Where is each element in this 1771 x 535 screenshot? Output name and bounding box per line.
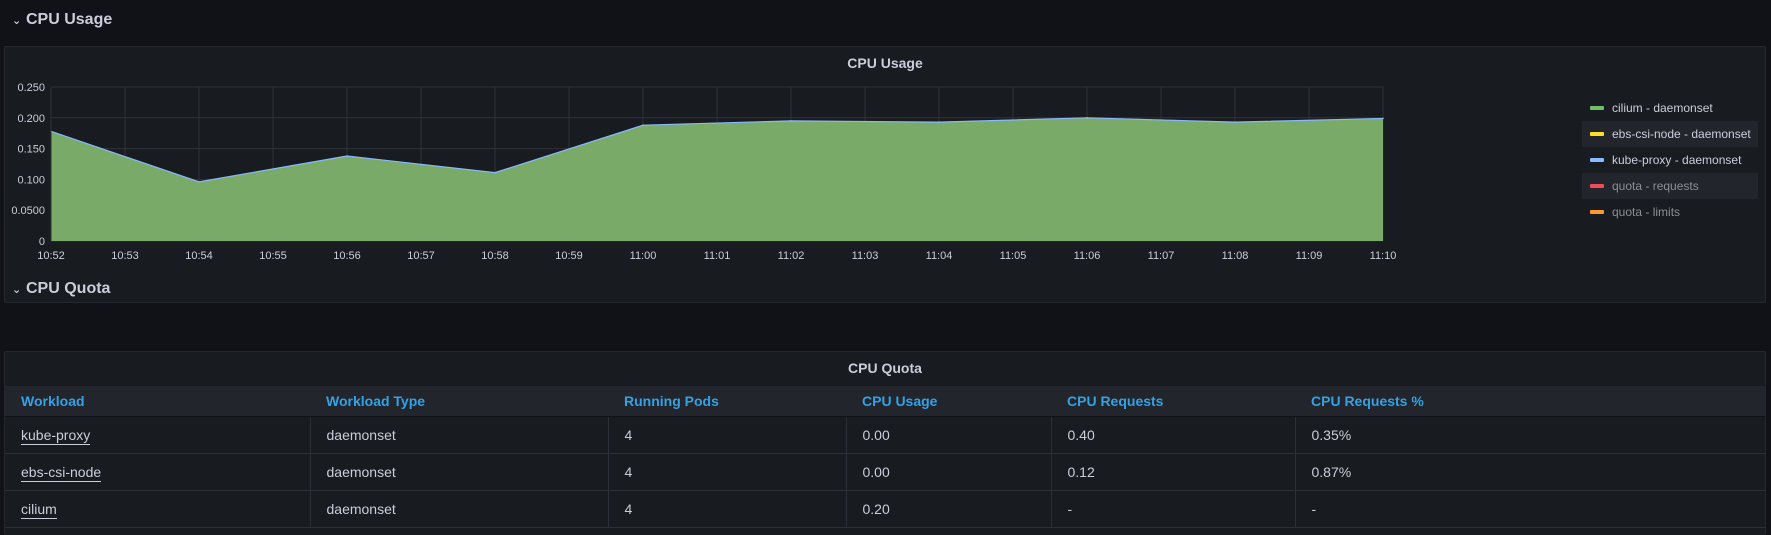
table-cell: 4 [608, 453, 847, 491]
cpu-usage-chart: 0 0.0500 0.100 0.150 0.200 0.250 10:52 10:53 10:… [11, 82, 1397, 262]
data-point [938, 121, 940, 123]
data-point [198, 181, 200, 183]
x-tick-label: 11:07 [1148, 250, 1175, 262]
legend-label: quota - limits [1612, 205, 1681, 219]
workload-link[interactable]: kube-proxy [21, 426, 91, 445]
legend-item[interactable]: quota - requests [1582, 173, 1758, 199]
table-cell: 0.00 [846, 416, 1052, 454]
table-cell: daemonset [310, 416, 609, 454]
x-tick-label: 11:00 [630, 250, 657, 262]
column-header[interactable]: Running Pods [608, 386, 846, 417]
x-tick-label: 10:54 [185, 250, 213, 262]
row-header-cpu-usage[interactable]: ⌄ CPU Usage [12, 8, 112, 32]
x-tick-label: 10:52 [37, 250, 65, 262]
x-tick-label: 11:03 [852, 250, 879, 262]
x-tick-label: 11:04 [926, 250, 953, 262]
table-cell: daemonset [310, 490, 609, 528]
table-cell: 0.12 [1051, 453, 1296, 491]
x-tick-label: 11:01 [704, 250, 731, 262]
x-tick-label: 10:58 [481, 250, 509, 262]
y-tick-label: 0 [39, 236, 45, 248]
table-row: cilium daemonset 4 0.20- - [5, 490, 1765, 528]
y-tick-label: 0.100 [17, 174, 45, 186]
row-title: CPU Quota [26, 280, 111, 297]
table-row: kube-proxy daemonset 4 0.00 0.40 0.35% [5, 416, 1765, 454]
legend-item[interactable]: cilium - daemonset [1582, 95, 1758, 121]
cpu-usage-panel: CPU Usage 0 0.0500 0.100 0.150 0.200 0.250 10:… [4, 46, 1766, 303]
table-header-row: Workload Workload Type Running Pods CPU Usa… [5, 386, 1765, 417]
x-tick-label: 11:05 [1000, 250, 1027, 262]
x-tick-label: 11:08 [1222, 250, 1249, 262]
legend-swatch [1590, 158, 1604, 162]
legend-swatch [1590, 184, 1604, 188]
x-tick-label: 11:06 [1074, 250, 1101, 262]
column-header[interactable]: CPU Usage [846, 386, 1051, 417]
legend-label: quota - requests [1612, 179, 1699, 193]
y-tick-label: 0.200 [17, 113, 45, 125]
data-point [790, 120, 792, 122]
column-header[interactable]: CPU Requests [1051, 386, 1295, 417]
row-header-cpu-quota[interactable]: ⌄ CPU Quota [12, 277, 110, 301]
legend-label: kube-proxy - daemonset [1612, 153, 1742, 167]
column-header[interactable]: CPU Requests % [1295, 386, 1765, 417]
table-cell: - [1051, 490, 1296, 528]
panel-title[interactable]: CPU Quota [5, 360, 1765, 376]
data-point [1382, 117, 1384, 120]
legend-swatch [1590, 210, 1604, 214]
y-tick-label: 0.150 [17, 144, 45, 156]
legend-label: ebs-csi-node - daemonset [1612, 127, 1751, 141]
legend-label: cilium - daemonset [1612, 101, 1713, 115]
legend-item[interactable]: kube-proxy - daemonset [1582, 147, 1758, 173]
table-cell: 0.87% [1295, 453, 1765, 491]
workload-link[interactable]: cilium [21, 500, 57, 519]
chart-legend: cilium - daemonset ebs-csi-node - daemons… [1582, 95, 1758, 225]
x-tick-label: 10:57 [407, 250, 435, 262]
y-tick-label: 0.0500 [11, 205, 45, 217]
table-cell: 4 [608, 490, 847, 528]
x-tick-label: 10:53 [111, 250, 139, 262]
table-cell[interactable]: kube-proxy [5, 416, 311, 454]
table-cell: 4 [608, 416, 847, 454]
quota-table: Workload Workload Type Running Pods CPU Usa… [5, 386, 1765, 528]
cpu-quota-panel: CPU Quota Workload Workload Type Running P… [4, 351, 1766, 535]
column-header[interactable]: Workload Type [310, 386, 608, 417]
column-header[interactable]: Workload [5, 386, 310, 417]
x-tick-label: 11:09 [1296, 250, 1323, 262]
row-title: CPU Usage [26, 11, 113, 28]
workload-link[interactable]: ebs-csi-node [21, 463, 102, 482]
x-tick-label: 10:56 [333, 250, 361, 262]
table-cell: 0.00 [846, 453, 1052, 491]
legend-item[interactable]: quota - limits [1582, 199, 1758, 225]
y-tick-label: 0.250 [17, 82, 45, 94]
table-cell: 0.40 [1051, 416, 1296, 454]
table-cell: 0.35% [1295, 416, 1765, 454]
legend-swatch [1590, 106, 1604, 110]
data-point [1234, 121, 1236, 123]
legend-item[interactable]: ebs-csi-node - daemonset [1582, 121, 1758, 147]
x-tick-label: 11:10 [1370, 250, 1397, 262]
legend-swatch [1590, 132, 1604, 136]
table-cell: 0.20 [846, 490, 1052, 528]
table-cell: - [1295, 490, 1765, 528]
chevron-down-icon: ⌄ [12, 14, 22, 27]
table-row: ebs-csi-node daemonset 4 0.00 0.12 0.87% [5, 453, 1765, 491]
data-point [642, 124, 644, 126]
data-point [1086, 117, 1088, 119]
x-tick-label: 11:02 [778, 250, 805, 262]
table-cell[interactable]: cilium [5, 490, 311, 528]
data-point [494, 171, 496, 174]
x-tick-label: 10:55 [259, 250, 287, 262]
x-tick-label: 10:59 [555, 250, 583, 262]
table-cell[interactable]: ebs-csi-node [5, 453, 311, 491]
table-cell: daemonset [310, 453, 609, 491]
chevron-down-icon: ⌄ [12, 283, 22, 296]
series-area [51, 117, 1383, 241]
data-point [346, 155, 348, 157]
